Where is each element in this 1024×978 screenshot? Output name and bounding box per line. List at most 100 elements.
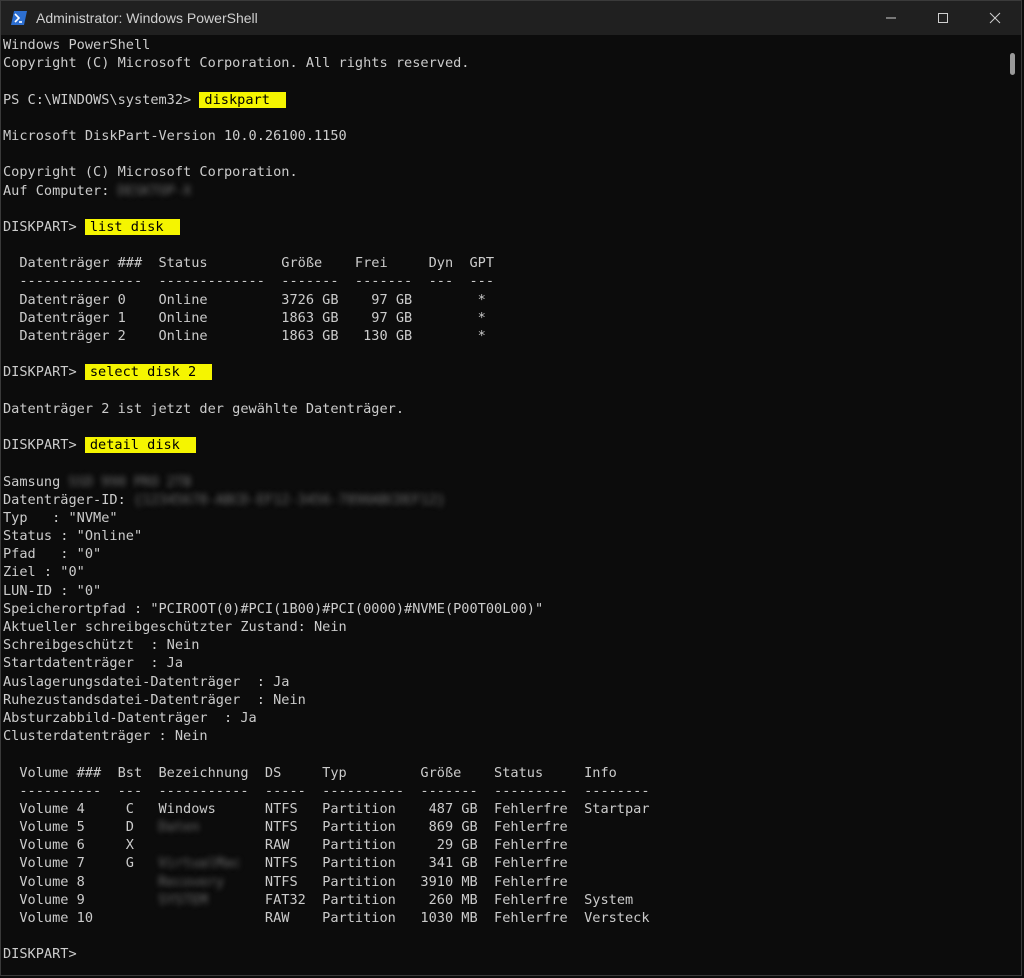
command-line: DISKPART> list disk bbox=[3, 218, 1005, 236]
line-text: Ruhezustandsdatei-Datenträger : Nein bbox=[3, 691, 306, 708]
line-text: NTFS Partition 341 GB Fehlerfre bbox=[248, 855, 568, 872]
maximize-icon bbox=[938, 13, 948, 23]
command-line: DISKPART> bbox=[3, 945, 1005, 963]
line-text: Auslagerungsdatei-Datenträger : Ja bbox=[3, 673, 290, 690]
output-line: Schreibgeschützt : Nein bbox=[3, 636, 1005, 654]
powershell-icon bbox=[11, 11, 27, 25]
redacted-text: SSD 990 PRO 2TB bbox=[68, 473, 192, 490]
output-line: Volume 8 Recovery NTFS Partition 3910 MB… bbox=[3, 873, 1005, 891]
output-line: LUN-ID : "0" bbox=[3, 582, 1005, 600]
maximize-button[interactable] bbox=[917, 1, 969, 35]
line-text: Datenträger 2 Online 1863 GB 130 GB * bbox=[3, 328, 486, 344]
line-text: Windows PowerShell bbox=[3, 37, 151, 53]
output-line: Volume ### Bst Bezeichnung DS Typ Größe … bbox=[3, 764, 1005, 782]
line-text: Status : "Online" bbox=[3, 528, 143, 545]
line-text: Auf Computer: bbox=[3, 182, 118, 199]
output-line: Datenträger 2 ist jetzt der gewählte Dat… bbox=[3, 400, 1005, 418]
line-text: Volume 9 bbox=[3, 891, 159, 908]
line-text: Samsung bbox=[3, 473, 69, 490]
output-line: Ruhezustandsdatei-Datenträger : Nein bbox=[3, 691, 1005, 709]
line-text: Copyright (C) Microsoft Corporation. bbox=[3, 164, 298, 181]
window-controls bbox=[865, 1, 1021, 35]
output-line: Clusterdatenträger : Nein bbox=[3, 727, 1005, 745]
output-line: Volume 5 D Daten NTFS Partition 869 GB F… bbox=[3, 818, 1005, 836]
line-text: FAT32 Partition 260 MB Fehlerfre System bbox=[248, 891, 634, 908]
output-line: Pfad : "0" bbox=[3, 545, 1005, 563]
output-line: Aktueller schreibgeschützter Zustand: Ne… bbox=[3, 618, 1005, 636]
line-text: Typ : "NVMe" bbox=[3, 509, 118, 526]
close-button[interactable] bbox=[969, 1, 1021, 35]
output-line: Startdatenträger : Ja bbox=[3, 654, 1005, 672]
line-text: Datenträger 1 Online 1863 GB 97 GB * bbox=[3, 309, 486, 326]
close-icon bbox=[989, 12, 1001, 24]
output-line: Microsoft DiskPart-Version 10.0.26100.11… bbox=[3, 127, 1005, 145]
line-text: Volume 8 bbox=[3, 873, 159, 890]
vertical-scrollbar[interactable] bbox=[1005, 35, 1021, 975]
minimize-button[interactable] bbox=[865, 1, 917, 35]
line-text: Datenträger 0 Online 3726 GB 97 GB * bbox=[3, 291, 486, 308]
redacted-text: SYSTEM bbox=[158, 891, 249, 908]
command-line: DISKPART> select disk 2 bbox=[3, 363, 1005, 381]
redacted-text: Recovery bbox=[158, 873, 249, 890]
line-text: Microsoft DiskPart-Version 10.0.26100.11… bbox=[3, 127, 347, 144]
output-line: Windows PowerShell bbox=[3, 36, 1005, 54]
line-text: Datenträger-ID: bbox=[3, 491, 134, 508]
command-line: PS C:\WINDOWS\system32> diskpart bbox=[3, 91, 1005, 109]
prompt-text: PS C:\WINDOWS\system32> bbox=[3, 91, 200, 108]
line-text: Speicherortpfad : "PCIROOT(0)#PCI(1B00)#… bbox=[3, 600, 544, 617]
scrollbar-thumb[interactable] bbox=[1010, 53, 1015, 75]
line-text: Volume 5 D bbox=[3, 819, 159, 836]
line-text: Volume 10 RAW Partition 1030 MB Fehlerfr… bbox=[3, 910, 650, 926]
output-line: Volume 9 SYSTEM FAT32 Partition 260 MB F… bbox=[3, 891, 1005, 909]
line-text: Pfad : "0" bbox=[3, 546, 102, 563]
line-text: Absturzabbild-Datenträger : Ja bbox=[3, 709, 257, 726]
powershell-window: Administrator: Windows PowerShell Window… bbox=[0, 0, 1022, 976]
line-text: Datenträger 2 ist jetzt der gewählte Dat… bbox=[3, 400, 405, 417]
line-text: Volume 7 G bbox=[3, 855, 159, 872]
output-line: Datenträger-ID: {12345678-ABCD-EF12-3456… bbox=[3, 491, 1005, 509]
output-line: Ziel : "0" bbox=[3, 563, 1005, 581]
output-line: Datenträger 2 Online 1863 GB 130 GB * bbox=[3, 327, 1005, 345]
console-output[interactable]: Windows PowerShell Copyright (C) Microsof… bbox=[3, 35, 1005, 975]
title-bar[interactable]: Administrator: Windows PowerShell bbox=[1, 1, 1021, 35]
highlighted-command: diskpart bbox=[199, 91, 286, 108]
line-text: Copyright (C) Microsoft Corporation. All… bbox=[3, 55, 470, 72]
output-line: Auf Computer: DESKTOP-X bbox=[3, 182, 1005, 200]
line-text: NTFS Partition 3910 MB Fehlerfre bbox=[248, 873, 568, 890]
line-text: ---------- --- ----------- ----- -------… bbox=[3, 782, 650, 799]
output-line: Volume 7 G VirtualMac NTFS Partition 341… bbox=[3, 854, 1005, 872]
highlighted-command: list disk bbox=[84, 218, 180, 235]
output-line: --------------- ------------- ------- --… bbox=[3, 272, 1005, 290]
redacted-text: Daten bbox=[158, 819, 249, 836]
output-line: Copyright (C) Microsoft Corporation. bbox=[3, 163, 1005, 181]
output-line: Samsung SSD 990 PRO 2TB bbox=[3, 473, 1005, 491]
highlighted-command: detail disk bbox=[84, 437, 196, 454]
line-text: --------------- ------------- ------- --… bbox=[3, 273, 495, 290]
redacted-text: DESKTOP-X bbox=[117, 182, 192, 199]
prompt-text: DISKPART> bbox=[3, 946, 77, 963]
line-text: Volume 4 C Windows NTFS Partition 487 GB… bbox=[3, 800, 650, 817]
line-text: Clusterdatenträger : Nein bbox=[3, 728, 208, 745]
line-text: LUN-ID : "0" bbox=[3, 582, 102, 599]
line-text: NTFS Partition 869 GB Fehlerfre bbox=[248, 819, 568, 836]
redacted-text: VirtualMac bbox=[158, 855, 249, 872]
prompt-text: DISKPART> bbox=[3, 437, 85, 454]
output-line: Volume 10 RAW Partition 1030 MB Fehlerfr… bbox=[3, 909, 1005, 927]
line-text: Ziel : "0" bbox=[3, 564, 85, 581]
output-line: Status : "Online" bbox=[3, 527, 1005, 545]
output-line: Datenträger 1 Online 1863 GB 97 GB * bbox=[3, 309, 1005, 327]
output-line: Auslagerungsdatei-Datenträger : Ja bbox=[3, 673, 1005, 691]
prompt-text: DISKPART> bbox=[3, 364, 85, 381]
redacted-text: {12345678-ABCD-EF12-3456-7890ABCDEF12} bbox=[133, 491, 445, 508]
output-line: Copyright (C) Microsoft Corporation. All… bbox=[3, 54, 1005, 72]
highlighted-command: select disk 2 bbox=[84, 364, 213, 381]
